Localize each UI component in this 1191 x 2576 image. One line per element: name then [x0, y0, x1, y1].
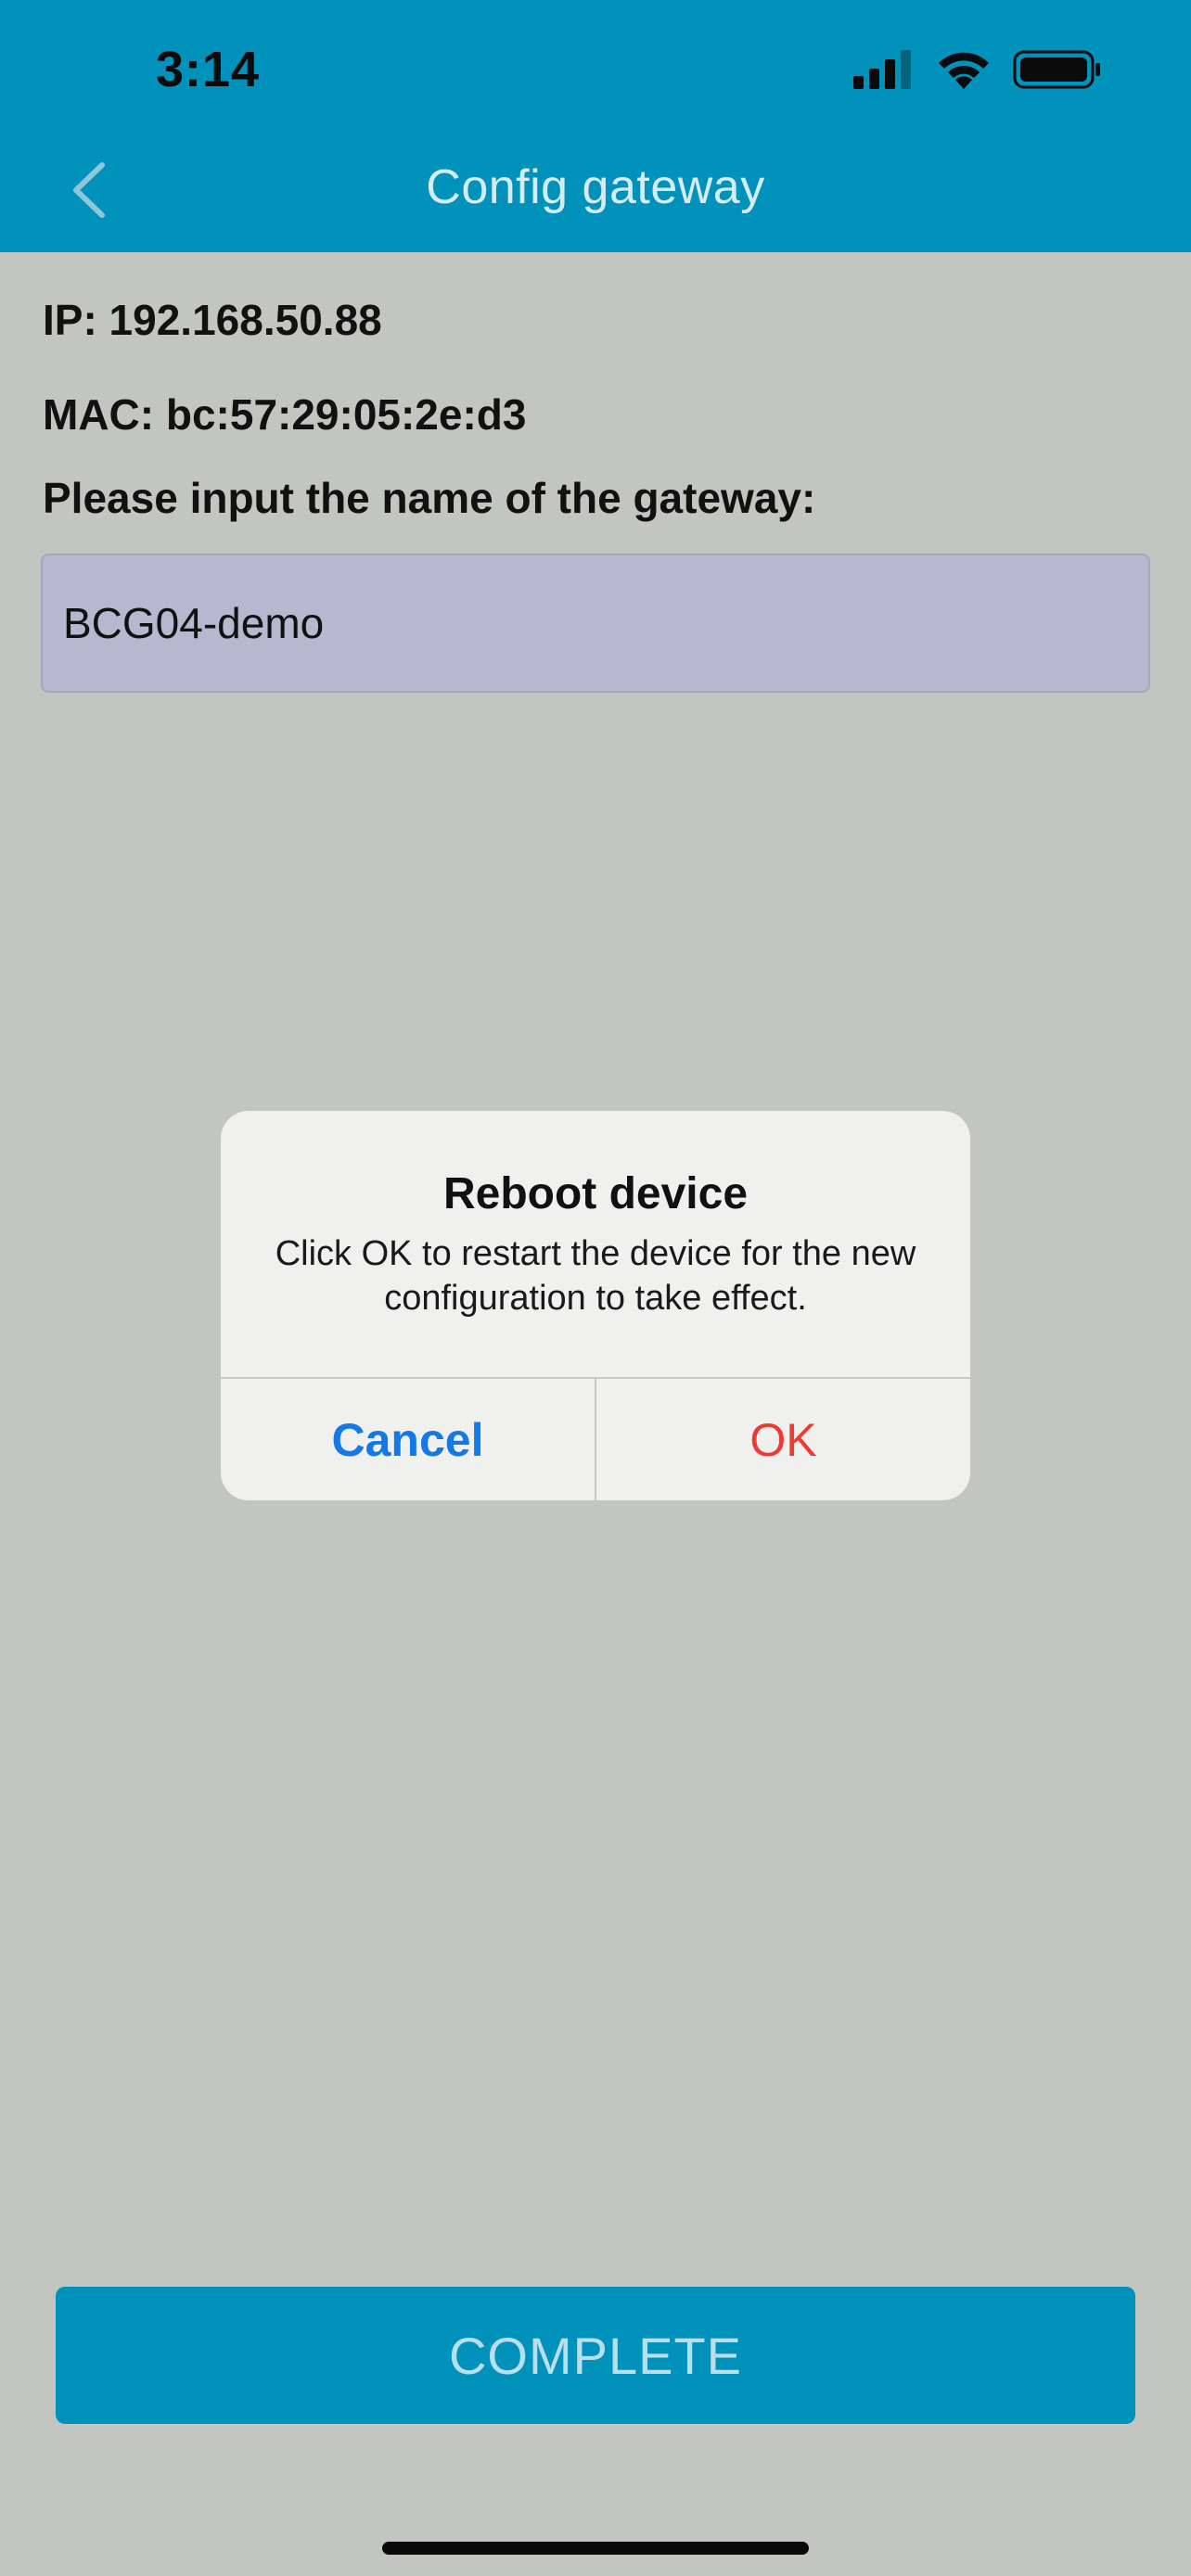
wifi-icon — [939, 52, 989, 89]
complete-button[interactable]: COMPLETE — [56, 2287, 1135, 2424]
status-time: 3:14 — [156, 42, 261, 97]
gateway-name-prompt: Please input the name of the gateway: — [43, 474, 816, 522]
reboot-dialog: Reboot device Click OK to restart the de… — [221, 1111, 970, 1500]
dialog-message: Click OK to restart the device for the n… — [275, 1234, 916, 1318]
cancel-button[interactable]: Cancel — [221, 1379, 595, 1500]
mac-address-text: MAC: bc:57:29:05:2e:d3 — [43, 390, 527, 439]
screen: 3:14 Config gateway IP: 192.168.50.88 MA… — [0, 0, 1191, 2576]
ok-button[interactable]: OK — [596, 1379, 970, 1500]
dialog-title: Reboot device — [442, 1169, 749, 1218]
gateway-name-input[interactable] — [41, 554, 1150, 693]
status-icons — [852, 48, 1102, 91]
battery-icon — [1013, 50, 1100, 89]
home-indicator[interactable] — [382, 2542, 809, 2555]
header: 3:14 Config gateway — [0, 0, 1191, 252]
signal-icon — [853, 50, 911, 89]
page-title: Config gateway — [426, 160, 765, 214]
ip-address-text: IP: 192.168.50.88 — [43, 296, 382, 344]
